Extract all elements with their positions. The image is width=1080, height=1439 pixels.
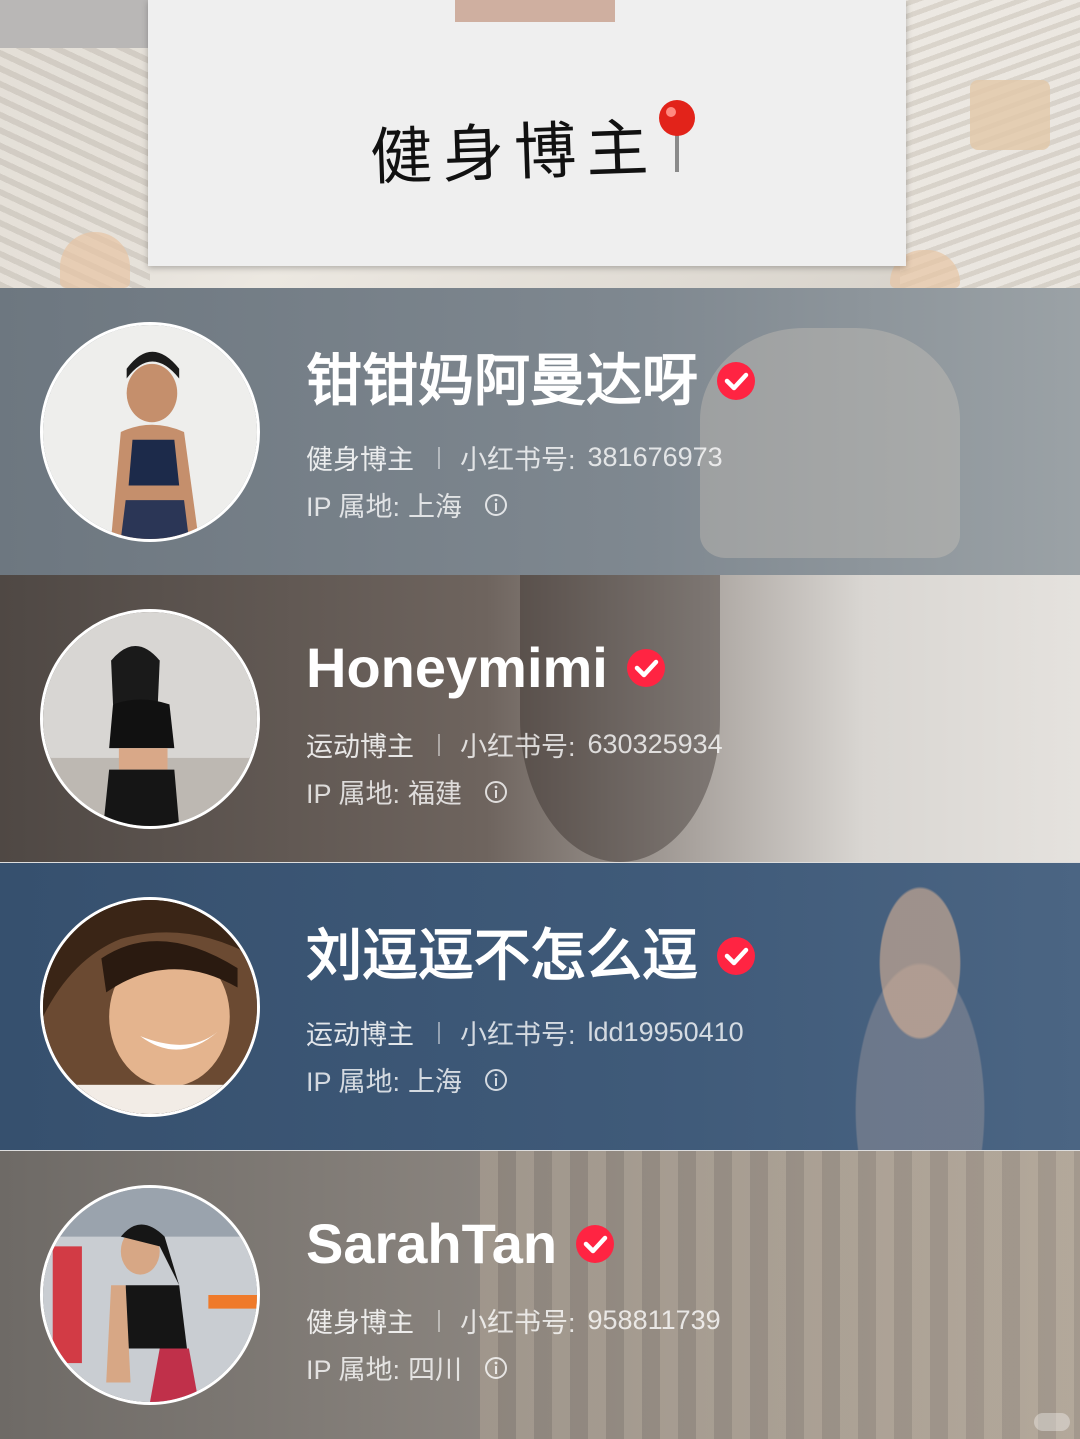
category-label: 健身博主 [306,445,414,475]
ip-value: 上海 [408,1067,463,1097]
id-value[interactable]: ldd19950410 [588,1017,744,1048]
location-line: IP 属地: 上海 [306,1060,508,1099]
avatar-image [43,1188,257,1402]
decor-stripe [0,0,150,48]
name-line: Honeymimi [306,633,666,703]
category-label: 健身博主 [306,1308,414,1338]
id-label: 小红书号: [460,1020,576,1050]
name-line: SarahTan [306,1209,615,1279]
avatar-image [43,612,257,826]
curtain-photo [480,1151,1080,1439]
profile-name[interactable]: SarahTan [306,1209,557,1279]
info-icon[interactable] [484,780,508,804]
ip-label: IP 属地: [306,492,401,522]
ip-label: IP 属地: [306,779,401,809]
ip-label: IP 属地: [306,1355,401,1385]
info-icon[interactable] [484,1068,508,1092]
divider [438,1021,440,1044]
profile-card[interactable]: 钳钳妈阿曼达呀 健身博主 小红书号: 381676973 IP 属地: 上海 [0,288,1080,575]
watermark-icon [1034,1413,1070,1431]
decor-card [970,80,1050,150]
id-label: 小红书号: [460,1308,576,1338]
location-line: IP 属地: 福建 [306,772,508,811]
profile-card[interactable]: 刘逗逗不怎么逗 运动博主 小红书号: ldd19950410 IP 属地: 上海 [0,863,1080,1150]
id-label: 小红书号: [460,732,576,762]
divider [438,1309,440,1332]
header-banner: 健身博主 [0,0,1080,288]
id-label: 小红书号: [460,445,576,475]
person-photo [820,883,1020,1150]
profile-name[interactable]: 钳钳妈阿曼达呀 [306,346,698,416]
ip-label: IP 属地: [306,1067,401,1097]
verified-badge-icon [626,649,665,687]
id-value[interactable]: 958811739 [588,1305,721,1336]
verified-badge-icon [717,937,755,975]
tape-decor [455,0,615,22]
avatar[interactable] [40,1185,260,1405]
avatar-image [43,900,257,1114]
verified-badge-icon [717,362,755,400]
divider [438,733,440,756]
avatar-image [43,325,257,539]
info-line: 健身博主 小红书号: 381676973 [306,438,723,477]
page-title: 健身博主 [369,110,660,195]
selfie-photo [520,575,720,862]
info-line: 运动博主 小红书号: ldd19950410 [306,1013,744,1052]
pushpin-icon [659,100,695,172]
avatar[interactable] [40,322,260,542]
profile-name[interactable]: 刘逗逗不怎么逗 [306,921,698,991]
page: 健身博主 钳钳妈阿曼达呀 健身博主 小红书号: 381676973 IP 属地:… [0,0,1080,1439]
avatar[interactable] [40,609,260,829]
category-label: 运动博主 [306,1020,414,1050]
id-value[interactable]: 381676973 [588,442,723,473]
profile-card[interactable]: Honeymimi 运动博主 小红书号: 630325934 IP 属地: 福建 [0,575,1080,862]
profile-name[interactable]: Honeymimi [306,633,608,703]
info-line: 健身博主 小红书号: 958811739 [306,1301,721,1340]
name-line: 刘逗逗不怎么逗 [306,921,756,991]
ip-value: 上海 [408,492,463,522]
info-icon[interactable] [484,1356,508,1380]
ip-value: 四川 [408,1355,463,1385]
name-line: 钳钳妈阿曼达呀 [306,346,756,416]
location-line: IP 属地: 上海 [306,485,508,524]
info-line: 运动博主 小红书号: 630325934 [306,725,723,764]
category-label: 运动博主 [306,732,414,762]
location-line: IP 属地: 四川 [306,1348,508,1387]
verified-badge-icon [576,1225,615,1263]
ip-value: 福建 [408,779,463,809]
info-icon[interactable] [484,493,508,517]
avatar[interactable] [40,897,260,1117]
divider [438,446,440,469]
profile-card[interactable]: SarahTan 健身博主 小红书号: 958811739 IP 属地: 四川 [0,1151,1080,1439]
id-value[interactable]: 630325934 [588,729,723,760]
